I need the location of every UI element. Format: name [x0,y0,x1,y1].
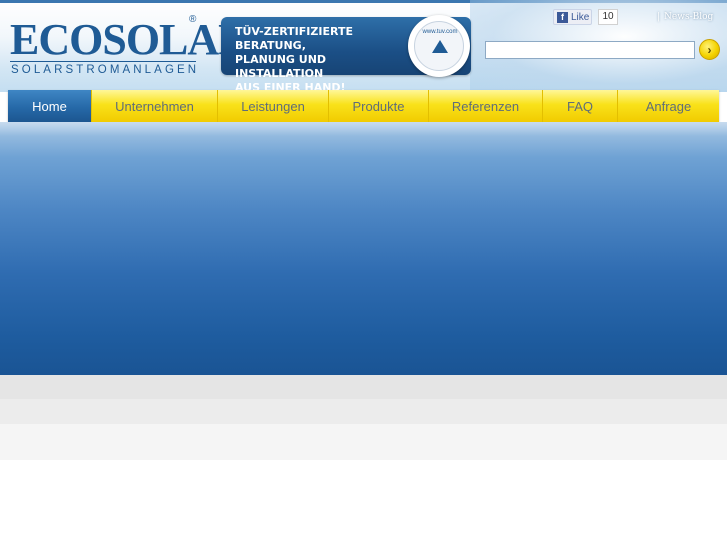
nav-label: Unternehmen [115,98,194,114]
banner-text: TÜV-ZERTIFIZIERTE BERATUNG, PLANUNG UND … [235,25,353,94]
tuv-triangle-icon [432,40,448,53]
news-blog-link[interactable]: | News-Blog [657,12,713,22]
like-count: 10 [598,9,618,25]
nav-item-produkte[interactable]: Produkte [329,90,429,122]
content-stripe [0,399,727,424]
link-separator: | [657,12,661,22]
facebook-like-button[interactable]: f Like [553,9,592,25]
nav-label: Home [32,98,67,114]
nav-item-leistungen[interactable]: Leistungen [218,90,329,122]
nav-item-unternehmen[interactable]: Unternehmen [92,90,218,122]
seal-inner: www.tuv.com [414,21,464,71]
main-nav: Home Unternehmen Leistungen Produkte Ref… [8,90,719,122]
nav-label: Referenzen [451,98,520,114]
news-blog-label: News-Blog [664,12,714,22]
nav-item-referenzen[interactable]: Referenzen [429,90,543,122]
page-footer-area [0,460,727,545]
search-input[interactable] [485,41,695,59]
page: ECOSOLAR ® SOLARSTROMANLAGEN TÜV-ZERTIFI… [0,0,727,545]
logo-wordmark: ECOSOLAR [10,15,250,64]
nav-label: Anfrage [645,98,692,114]
registered-mark: ® [189,14,197,25]
logo-tagline: SOLARSTROMANLAGEN [11,64,200,76]
tuv-banner[interactable]: TÜV-ZERTIFIZIERTE BERATUNG, PLANUNG UND … [221,15,471,94]
hero-banner [0,122,727,375]
facebook-icon: f [557,11,568,23]
nav-label: Produkte [352,98,405,114]
content-stripe [0,424,727,460]
logo-rule [10,61,196,62]
arrow-right-icon: › [707,42,712,57]
ecosolar-logo[interactable]: ECOSOLAR ® SOLARSTROMANLAGEN [8,12,250,78]
content-stripe [0,375,727,399]
nav-label: Leistungen [241,98,305,114]
nav-item-faq[interactable]: FAQ [543,90,618,122]
search-submit-button[interactable]: › [699,39,720,60]
like-label: Like [571,11,590,23]
hero-shade [0,122,727,136]
nav-label: FAQ [566,98,593,114]
tuv-seal-icon: www.tuv.com [408,15,470,77]
nav-item-anfrage[interactable]: Anfrage [618,90,719,122]
nav-item-home[interactable]: Home [8,90,92,122]
header: ECOSOLAR ® SOLARSTROMANLAGEN TÜV-ZERTIFI… [0,0,727,94]
seal-text: www.tuv.com [422,29,458,35]
